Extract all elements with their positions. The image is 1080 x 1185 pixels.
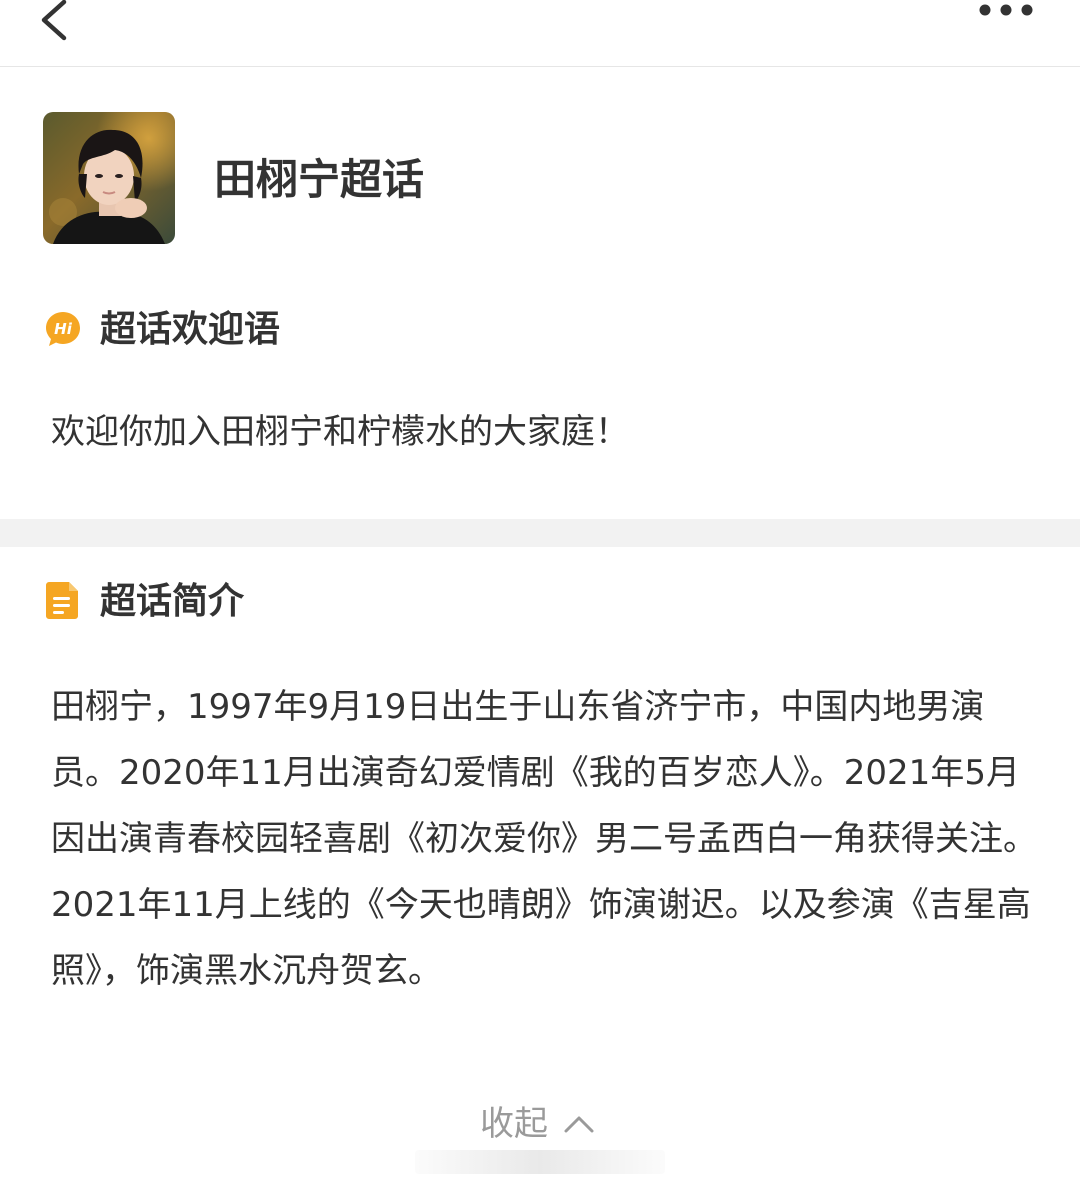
more-options-button[interactable]: [966, 0, 1056, 28]
welcome-section-title: 超话欢迎语: [100, 309, 281, 350]
collapse-label: 收起: [480, 1104, 548, 1144]
document-icon: [44, 580, 82, 619]
intro-section-title: 超话简介: [100, 581, 245, 622]
avatar[interactable]: [43, 112, 175, 244]
watermark: [415, 1150, 665, 1174]
back-button[interactable]: [30, 0, 80, 44]
chevron-left-icon: [41, 0, 67, 41]
section-divider: [0, 519, 1080, 547]
topic-title: 田栩宁超话: [214, 155, 425, 204]
avatar-photo: [43, 112, 175, 244]
collapse-button[interactable]: 收起: [480, 1100, 596, 1148]
svg-text:Hi: Hi: [54, 320, 73, 338]
top-nav-bar: [0, 0, 1080, 67]
chevron-up-icon: [564, 1116, 594, 1133]
intro-text: 田栩宁，1997年9月19日出生于山东省济宁市，中国内地男演员。2020年11月…: [51, 687, 1037, 991]
hi-chat-bubble-icon: Hi: [44, 310, 82, 348]
welcome-message: 欢迎你加入田栩宁和柠檬水的大家庭！: [51, 412, 629, 452]
more-horizontal-icon: [979, 4, 1033, 16]
